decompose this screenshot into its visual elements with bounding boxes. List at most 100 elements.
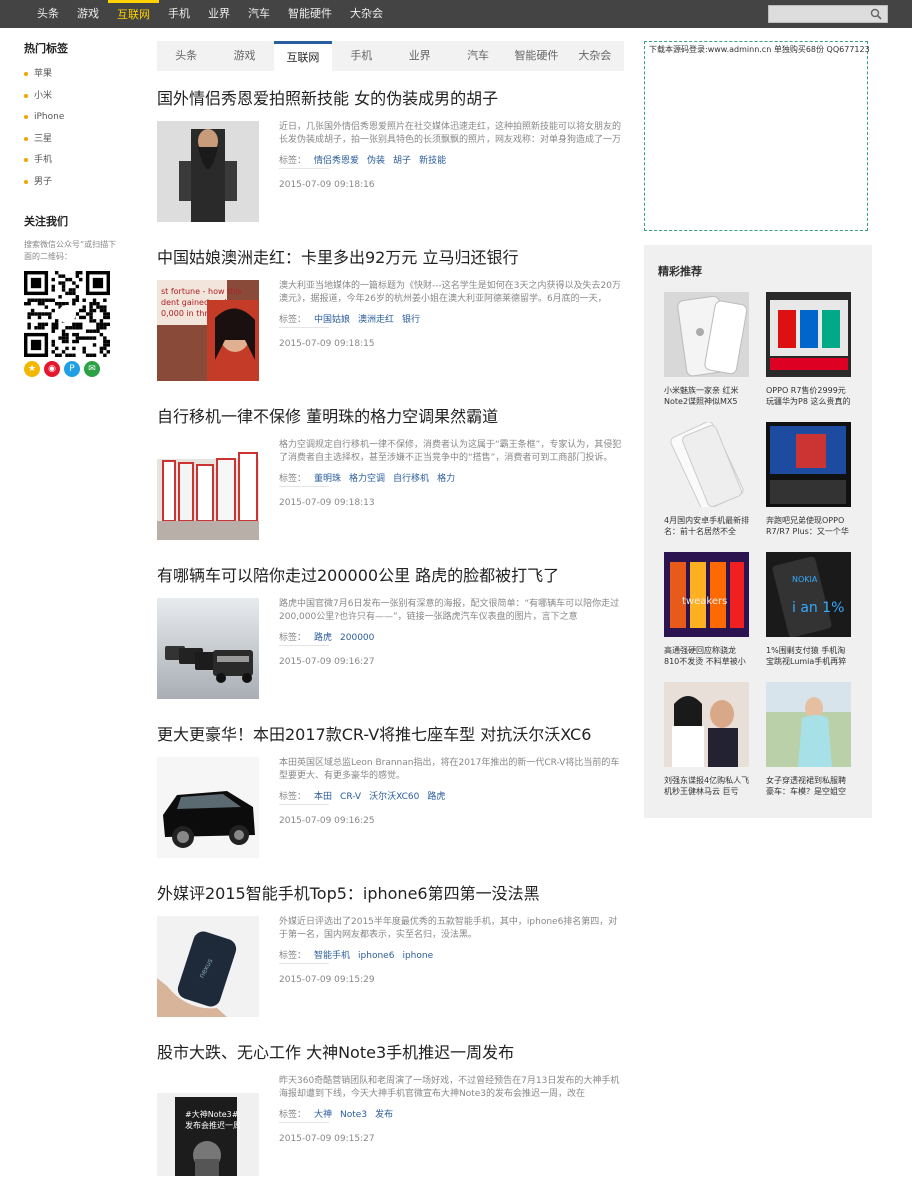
article-tag[interactable]: 路虎 [314, 633, 332, 643]
article-tag[interactable]: iphone [402, 951, 433, 961]
recommend-thumbnail[interactable] [766, 682, 851, 767]
article-title[interactable]: 中国姑娘澳洲走红：卡里多出92万元 立马归还银行 [157, 248, 624, 268]
article-tag[interactable]: 路虎 [427, 792, 445, 802]
hot-tags-list: 苹果 小米 iPhone 三星 手机 男子 [24, 68, 134, 197]
weibo-icon[interactable]: ◉ [44, 361, 60, 377]
qzone-icon[interactable]: ★ [24, 361, 40, 377]
hot-tags-title: 热门标签 [24, 42, 68, 55]
top-nav-item[interactable]: 头条 [28, 0, 68, 28]
recommend-card[interactable]: OPPO R7售价2999元玩疆华为P8 这么贵真的卖 [766, 292, 852, 407]
search-input[interactable] [769, 10, 865, 27]
recommend-caption[interactable]: 女子穿透视裙到私服聘豪车：车模？是空姐空 [766, 775, 852, 797]
article-tag[interactable]: 200000 [340, 633, 374, 643]
article-date-wrap: 2015-07-09 09:16:27 [279, 657, 375, 667]
article-date: 2015-07-09 09:16:27 [279, 657, 375, 667]
article-thumbnail[interactable]: st fortune - how this dent gained and los… [157, 280, 259, 381]
article-tag[interactable]: 发布 [375, 1110, 393, 1120]
article-tag[interactable]: 澳洲走红 [358, 315, 394, 325]
tag-label: 标签： [279, 792, 307, 802]
article-thumbnail[interactable] [157, 598, 259, 699]
article-thumbnail[interactable]: #大神Note3# 发布会推迟一周 [157, 1075, 259, 1176]
tab-item[interactable]: 汽车 [449, 41, 507, 71]
recommend-card[interactable]: 刘强东谍报4亿购私人飞机秒王健林马云 巨亏 [664, 682, 750, 797]
recommend-caption[interactable]: 4月国内安卓手机最新排名：前十名居然不全 [664, 515, 750, 537]
article-title[interactable]: 国外情侣秀恩爱拍照新技能 女的伪装成男的胡子 [157, 89, 624, 109]
recommend-thumbnail[interactable] [766, 422, 851, 507]
article-title[interactable]: 更大更豪华！本田2017款CR-V将推七座车型 对抗沃尔沃XC6 [157, 725, 624, 745]
article-info: 本田英国区域总监Leon Brannan指出，将在2017年推出的新一代CR-V… [279, 757, 624, 826]
search-icon[interactable] [870, 8, 882, 20]
recommend-card[interactable]: NOKIA i an 1% 1%围剿支付猿 手机淘宝跳视Lumia手机再猝 [766, 552, 852, 667]
article-tag[interactable]: 格力空调 [349, 474, 385, 484]
article-tag[interactable]: iphone6 [358, 951, 394, 961]
recommend-card[interactable]: 女子穿透视裙到私服聘豪车：车模？是空姐空 [766, 682, 852, 797]
recommend-thumbnail[interactable]: tweakers [664, 552, 749, 637]
p-icon[interactable]: P [64, 361, 80, 377]
recommend-thumbnail[interactable] [766, 292, 851, 377]
hot-tag-item[interactable]: 小米 [24, 90, 134, 112]
article-title[interactable]: 股市大跌、无心工作 大神Note3手机推迟一周发布 [157, 1043, 624, 1063]
recommend-card[interactable]: 4月国内安卓手机最新排名：前十名居然不全 [664, 422, 750, 537]
recommend-caption[interactable]: OPPO R7售价2999元玩疆华为P8 这么贵真的卖 [766, 385, 852, 407]
recommend-thumbnail[interactable]: NOKIA i an 1% [766, 552, 851, 637]
tab-item[interactable]: 游戏 [215, 41, 273, 71]
article-tag[interactable]: 胡子 [393, 156, 411, 166]
article-thumbnail[interactable] [157, 757, 259, 858]
recommend-thumbnail[interactable] [664, 682, 749, 767]
article-title[interactable]: 外媒评2015智能手机Top5：iphone6第四第一没法黑 [157, 884, 624, 904]
tab-item[interactable]: 手机 [332, 41, 390, 71]
article-tag[interactable]: 伪装 [367, 156, 385, 166]
recommend-caption[interactable]: 刘强东谍报4亿购私人飞机秒王健林马云 巨亏 [664, 775, 750, 797]
article-info: 澳大利亚当地媒体的一篇标题为《快财---这名学生是如何在3天之内获得以及失去20… [279, 280, 624, 349]
article-tag[interactable]: 情侣秀恩爱 [314, 156, 359, 166]
article-tag[interactable]: 董明珠 [314, 474, 341, 484]
tag-label: 标签： [279, 633, 307, 643]
article-tag[interactable]: 沃尔沃XC60 [369, 792, 419, 802]
tab-item[interactable]: 大杂会 [566, 41, 624, 71]
tab-item[interactable]: 业界 [391, 41, 449, 71]
article-tag[interactable]: 自行移机 [393, 474, 429, 484]
hot-tag-item[interactable]: 男子 [24, 176, 134, 198]
article-tag[interactable]: 格力 [437, 474, 455, 484]
hot-tag-item[interactable]: 手机 [24, 154, 134, 176]
tab-item[interactable]: 智能硬件 [507, 41, 565, 71]
wechat-icon[interactable]: ✉ [84, 361, 100, 377]
top-nav-item[interactable]: 智能硬件 [279, 0, 341, 28]
article-tag[interactable]: 银行 [402, 315, 420, 325]
hot-tag-item[interactable]: 苹果 [24, 68, 134, 90]
hot-tag-item[interactable]: iPhone [24, 111, 134, 133]
recommend-thumbnail[interactable] [664, 292, 749, 377]
recommend-caption[interactable]: 小米魅族一家亲 红米Note2谍照神似MX5 [664, 385, 750, 407]
top-nav-item[interactable]: 手机 [159, 0, 199, 28]
article-tag[interactable]: 智能手机 [314, 951, 350, 961]
article-tag[interactable]: 新技能 [419, 156, 446, 166]
top-nav-item[interactable]: 业界 [199, 0, 239, 28]
article-info: 格力空调规定自行移机一律不保修，消费者认为这属于“霸王条框”，专家认为，其侵犯了… [279, 439, 624, 508]
article-thumbnail[interactable] [157, 439, 259, 540]
tab-item[interactable]: 互联网 [273, 41, 333, 71]
recommend-card[interactable]: 小米魅族一家亲 红米Note2谍照神似MX5 [664, 292, 750, 407]
tab-item[interactable]: 头条 [157, 41, 215, 71]
recommend-card[interactable]: 奔跑吧兄弟使现OPPO R7/R7 Plus：又一个华 [766, 422, 852, 537]
article-info: 路虎中国官微7月6日发布一张别有深意的海报，配文很简单：“有哪辆车可以陪你走过2… [279, 598, 624, 667]
recommend-card[interactable]: tweakers 高通强硬回应称骁龙810不发烫 不料草被小 [664, 552, 750, 667]
article-tag[interactable]: Note3 [340, 1110, 367, 1120]
article-thumbnail[interactable]: nexus [157, 916, 259, 1017]
top-nav-item[interactable]: 汽车 [239, 0, 279, 28]
top-nav-item[interactable]: 互联网 [108, 0, 159, 28]
top-nav-item[interactable]: 游戏 [68, 0, 108, 28]
recommend-caption[interactable]: 1%围剿支付猿 手机淘宝跳视Lumia手机再猝 [766, 645, 852, 667]
article-title[interactable]: 自行移机一律不保修 董明珠的格力空调果然霸道 [157, 407, 624, 427]
hot-tag-item[interactable]: 三星 [24, 133, 134, 155]
article-tag[interactable]: CR-V [340, 792, 361, 802]
recommend-caption[interactable]: 奔跑吧兄弟使现OPPO R7/R7 Plus：又一个华 [766, 515, 852, 537]
recommend-caption[interactable]: 高通强硬回应称骁龙810不发烫 不料草被小 [664, 645, 750, 667]
recommend-thumbnail[interactable] [664, 422, 749, 507]
ad-banner[interactable]: 下载本源码登录:www.adminn.cn 单独购买68份 QQ677123 [644, 41, 870, 231]
article-tag[interactable]: 中国姑娘 [314, 315, 350, 325]
top-nav-item[interactable]: 大杂会 [341, 0, 392, 28]
article-tag[interactable]: 大神 [314, 1110, 332, 1120]
article-tag[interactable]: 本田 [314, 792, 332, 802]
article-title[interactable]: 有哪辆车可以陪你走过200000公里 路虎的脸都被打飞了 [157, 566, 624, 586]
article-thumbnail[interactable] [157, 121, 259, 222]
